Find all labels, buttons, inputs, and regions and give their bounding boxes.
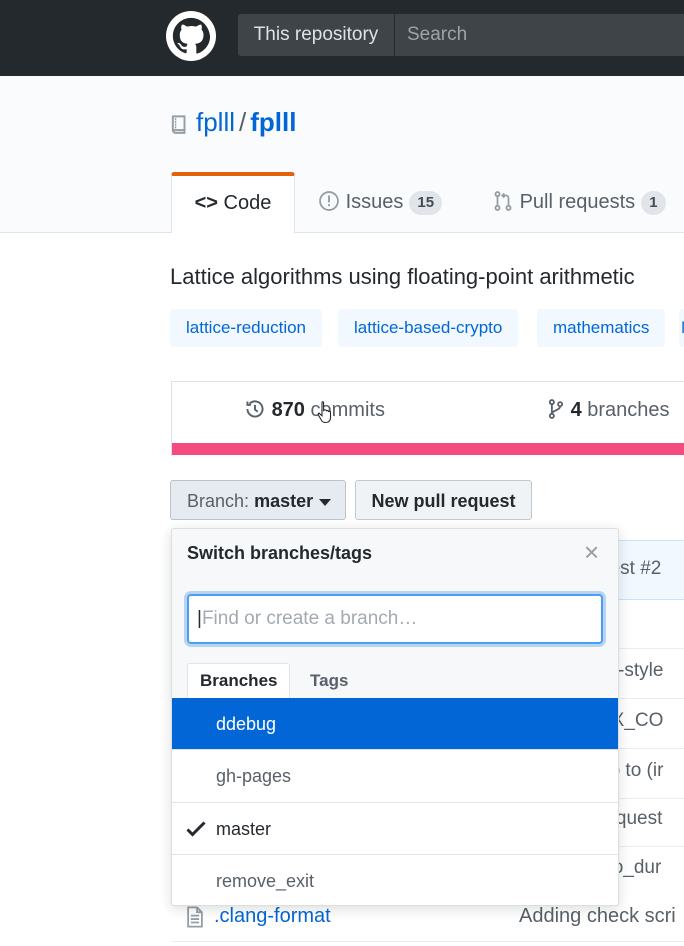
repo-title: fplll / fplll — [196, 107, 296, 138]
file-commit-message[interactable]: Adding check scri — [519, 905, 676, 928]
search-scope-label[interactable]: This repository — [238, 14, 394, 56]
tab-code-label: Code — [223, 192, 272, 214]
branch-item-remove-exit[interactable]: remove_exit — [172, 855, 618, 905]
check-icon — [186, 821, 206, 837]
branch-item-gh-pages[interactable]: gh-pages — [172, 750, 618, 803]
filter-placeholder: Find or create a branch… — [201, 608, 418, 629]
branches-link[interactable]: 4 branches — [547, 398, 670, 422]
row-divider — [171, 941, 684, 942]
close-icon[interactable]: × — [584, 539, 599, 565]
issues-counter: 15 — [409, 190, 443, 215]
commits-link[interactable]: 870 commits — [244, 398, 385, 422]
file-icon — [187, 906, 203, 928]
language-bar[interactable] — [172, 443, 684, 455]
issue-opened-icon — [319, 191, 339, 211]
branches-count: 4 — [570, 399, 582, 421]
code-icon: <> — [194, 192, 218, 214]
tab-code[interactable]: <> Code — [171, 172, 295, 233]
branch-filter-input[interactable]: |Find or create a branch… — [187, 594, 603, 644]
history-icon — [246, 400, 264, 418]
tab-issues[interactable]: Issues 15 — [318, 172, 443, 232]
tab-pr-label: Pull requests — [519, 191, 636, 213]
dropdown-tabs: Branches Tags — [172, 663, 618, 700]
caret-down-icon — [319, 498, 332, 506]
branch-name: master — [254, 491, 314, 511]
search-input[interactable]: Search — [394, 14, 684, 56]
branch-dropdown: Switch branches/tags × |Find or create a… — [171, 528, 619, 906]
tab-tags[interactable]: Tags — [298, 664, 360, 698]
new-pull-request-button[interactable]: New pull request — [355, 480, 532, 520]
repo-book-icon — [171, 115, 186, 134]
topic-tag[interactable]: lattice-based-crypto — [338, 309, 519, 347]
tab-branches[interactable]: Branches — [187, 663, 291, 700]
topic-tag[interactable]: N — [679, 309, 684, 347]
repo-owner-link[interactable]: fplll — [196, 107, 235, 137]
github-logo-icon[interactable] — [166, 11, 216, 61]
topic-tag[interactable]: lattice-reduction — [170, 309, 323, 347]
topic-tag[interactable]: mathematics — [537, 309, 666, 347]
branch-prefix: Branch: — [187, 491, 250, 511]
repo-separator: / — [239, 107, 247, 137]
tab-pull-requests[interactable]: Pull requests 1 — [492, 172, 666, 232]
git-pull-request-icon — [494, 191, 512, 211]
pr-counter: 1 — [641, 190, 666, 215]
file-name-link[interactable]: .clang-format — [214, 905, 331, 928]
repo-description: Lattice algorithms using floating-point … — [170, 264, 635, 289]
dropdown-title: Switch branches/tags — [187, 543, 373, 563]
dropdown-header: Switch branches/tags × — [172, 529, 618, 579]
git-branch-icon — [548, 399, 564, 419]
filter-area: |Find or create a branch… — [172, 578, 618, 664]
branch-item-label: master — [216, 819, 272, 839]
hand-cursor-icon — [317, 401, 332, 424]
repo-name-link[interactable]: fplll — [250, 107, 296, 137]
branch-select-button[interactable]: Branch: master — [170, 480, 346, 520]
branch-item-master[interactable]: master — [172, 803, 618, 855]
branch-item-ddebug[interactable]: ddebug — [172, 698, 618, 750]
tab-issues-label: Issues — [345, 191, 404, 213]
commits-count: 870 — [271, 399, 305, 421]
branches-label: branches — [587, 399, 670, 421]
